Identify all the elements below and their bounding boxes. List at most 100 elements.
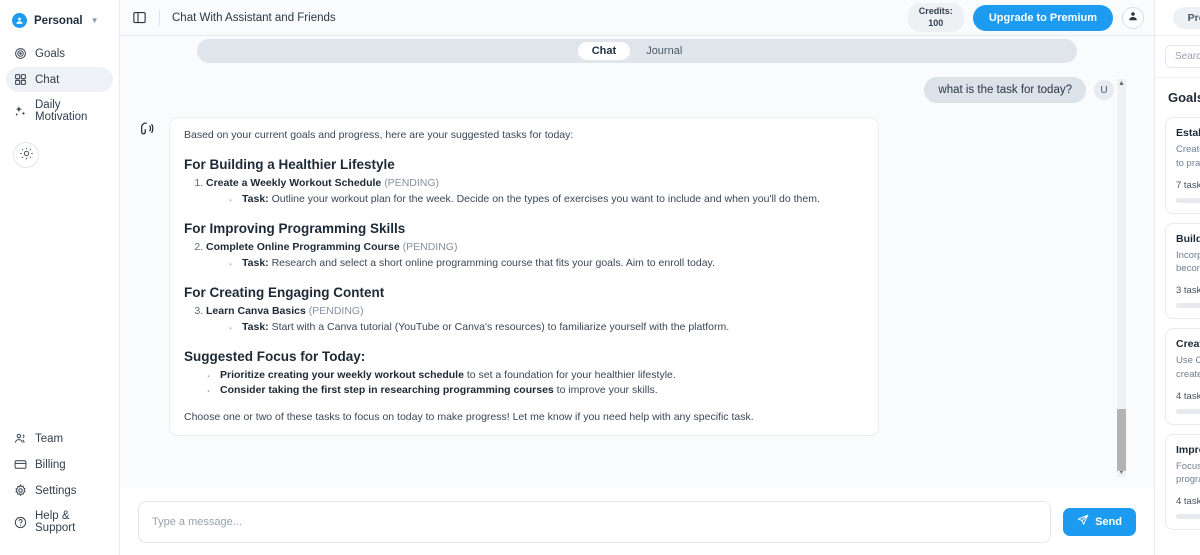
left-sidebar: Personal ▼ Goals Chat Daily Motivation T… — [0, 0, 120, 555]
sidebar-item-settings[interactable]: Settings — [6, 478, 113, 503]
sidebar-item-label: Goals — [35, 47, 66, 60]
task-item: Complete Online Programming Course (PEND… — [206, 241, 864, 272]
goal-meta: 4 tasks 0% done — [1176, 391, 1200, 402]
panel-tab-pill: Prompts Goals — [1172, 6, 1200, 29]
tab-prompts[interactable]: Prompts — [1175, 9, 1200, 27]
goal-title: Establish a Daily... — [1176, 127, 1200, 139]
task-label: Task: — [242, 193, 269, 205]
credits-badge: Credits: 100 — [907, 3, 964, 32]
top-bar-actions: Credits: 100 Upgrade to Premium — [907, 3, 1144, 32]
assistant-intro: Based on your current goals and progress… — [184, 129, 574, 141]
panel-tab-group: Prompts Goals — [1155, 0, 1200, 36]
sidebar-item-goals[interactable]: Goals — [6, 41, 113, 66]
credit-card-icon — [14, 458, 27, 471]
status-badge: (PENDING) — [384, 177, 440, 189]
task-title: Create a Weekly Workout Schedule — [206, 177, 382, 189]
user-circle-icon — [12, 13, 27, 28]
sidebar-panel-icon[interactable] — [132, 10, 147, 25]
upgrade-to-premium-button[interactable]: Upgrade to Premium — [972, 4, 1113, 31]
goal-card[interactable]: Improve Programmin... Focus on enhancing… — [1165, 433, 1200, 531]
workspace-name: Personal — [34, 14, 83, 27]
task-text: Research and select a short online progr… — [271, 257, 715, 269]
focus-item-rest: to improve your skills. — [553, 384, 658, 396]
status-badge: (PENDING) — [308, 305, 364, 317]
goal-meta: 4 tasks 0% done — [1176, 496, 1200, 507]
sidebar-item-label: Help & Support — [35, 510, 76, 534]
task-label: Task: — [242, 257, 269, 269]
goal-progress-bar — [1176, 408, 1200, 414]
sidebar-item-chat[interactable]: Chat — [6, 67, 113, 92]
sidebar-item-team[interactable]: Team — [6, 426, 113, 451]
tab-chat[interactable]: Chat — [577, 41, 631, 60]
goal-card[interactable]: Create Engaging... Use Canva and AI tool… — [1165, 328, 1200, 425]
main-chat-area: Chat With Assistant and Friends Credits:… — [120, 0, 1155, 555]
top-bar: Chat With Assistant and Friends Credits:… — [120, 0, 1154, 36]
sidebar-bottom-nav: Team Billing Settings Help & Support — [6, 426, 113, 545]
search-goals-input[interactable] — [1165, 45, 1200, 68]
assistant-closing: Choose one or two of these tasks to focu… — [184, 411, 754, 423]
goal-card[interactable]: Establish a Daily... Create a structured… — [1165, 117, 1200, 214]
task-detail-list: Task: Research and select a short online… — [226, 255, 864, 272]
task-item: Learn Canva Basics (PENDING) Task: Start… — [206, 305, 864, 336]
goals-section-title: Goals — [1168, 89, 1200, 105]
sidebar-item-label: Team — [35, 432, 64, 445]
task-detail: Task: Research and select a short online… — [226, 255, 864, 272]
grid-icon — [14, 73, 27, 86]
page-title: Chat With Assistant and Friends — [172, 11, 336, 24]
conversation-list: what is the task for today? U Based on y… — [138, 77, 1136, 488]
goal-card-list: Establish a Daily... Create a structured… — [1155, 117, 1200, 555]
scrollbar-thumb[interactable] — [1117, 409, 1126, 471]
task-detail-list: Task: Outline your workout plan for the … — [226, 191, 864, 208]
scroll-up-arrow[interactable]: ▲ — [1118, 80, 1125, 87]
goal-card[interactable]: Build a Healthier... Incorporate healthy… — [1165, 222, 1200, 320]
task-detail: Task: Outline your workout plan for the … — [226, 191, 864, 208]
sidebar-item-daily-motivation[interactable]: Daily Motivation — [6, 93, 113, 129]
avatar: U — [1094, 80, 1114, 100]
task-list: Learn Canva Basics (PENDING) Task: Start… — [206, 305, 864, 336]
speaker-audio-icon[interactable] — [138, 120, 155, 137]
sidebar-item-label: Chat — [35, 73, 60, 86]
send-label: Send — [1095, 515, 1122, 528]
chevron-down-icon[interactable]: ▼ — [91, 16, 99, 25]
task-detail: Task: Start with a Canva tutorial (YouTu… — [226, 319, 864, 336]
toolbar-divider — [159, 9, 160, 26]
sidebar-item-billing[interactable]: Billing — [6, 452, 113, 477]
credits-value: 100 — [928, 17, 944, 28]
conversation-scroll-region: what is the task for today? U Based on y… — [120, 65, 1154, 488]
goal-title: Build a Healthier... — [1176, 232, 1200, 245]
workspace-switcher[interactable]: Personal ▼ — [6, 8, 113, 33]
gear-icon — [14, 484, 27, 497]
goal-description: Use Canva and AI tools to create content… — [1176, 355, 1200, 380]
task-label: Task: — [242, 321, 269, 333]
user-avatar-button[interactable] — [1122, 6, 1144, 29]
app-root: Personal ▼ Goals Chat Daily Motivation T… — [0, 0, 1200, 555]
goal-task-count: 7 tasks — [1176, 179, 1200, 191]
task-text: Outline your workout plan for the week. … — [271, 193, 820, 205]
theme-toggle-button[interactable] — [13, 142, 39, 168]
tab-journal[interactable]: Journal — [632, 42, 696, 60]
goals-panel: Prompts Goals Goals — [1155, 0, 1200, 555]
message-input[interactable] — [138, 500, 1052, 543]
send-button[interactable]: Send — [1063, 507, 1136, 536]
paper-plane-icon — [1077, 514, 1089, 529]
sun-icon — [19, 147, 33, 163]
credits-label: Credits: — [918, 6, 953, 17]
chat-journal-tabs: Chat Journal — [120, 36, 1154, 65]
sidebar-item-help-support[interactable]: Help & Support — [6, 504, 113, 540]
tab-group: Chat Journal — [197, 38, 1077, 63]
section-heading: For Building a Healthier Lifestyle — [184, 157, 395, 172]
goal-meta: 3 tasks 0% done — [1176, 285, 1200, 296]
message-composer: Send — [120, 488, 1154, 555]
goal-card-header: Establish a Daily... — [1176, 127, 1200, 139]
scrollbar[interactable]: ▲ ▼ — [1117, 79, 1126, 477]
focus-item-rest: to set a foundation for your healthier l… — [463, 369, 676, 381]
user-message-bubble: what is the task for today? — [924, 77, 1086, 103]
goal-task-count: 3 tasks — [1176, 285, 1200, 297]
goals-section-header: Goals — [1155, 78, 1200, 117]
assistant-message-row: Based on your current goals and progress… — [138, 117, 1114, 436]
goal-task-count: 4 tasks — [1176, 390, 1200, 402]
goal-progress-bar — [1176, 303, 1200, 309]
focus-item-bold: Prioritize creating your weekly workout … — [220, 369, 464, 381]
goal-card-header: Build a Healthier... — [1176, 233, 1200, 245]
